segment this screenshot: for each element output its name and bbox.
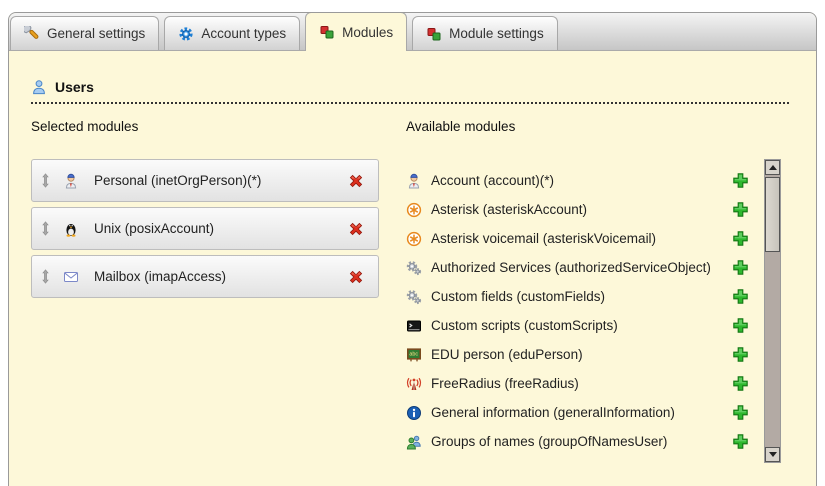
available-module-row: Custom scripts (customScripts) xyxy=(406,311,749,340)
person-icon xyxy=(406,173,424,189)
person-icon xyxy=(63,173,81,189)
available-module-row: Authorized Services (authorizedServiceOb… xyxy=(406,253,749,282)
module-label: FreeRadius (freeRadius) xyxy=(431,376,732,391)
asterisk-icon xyxy=(406,202,424,218)
available-module-row: Custom fields (customFields) xyxy=(406,282,749,311)
asterisk-icon xyxy=(406,231,424,247)
scroll-up-button[interactable] xyxy=(765,160,780,175)
add-module-button[interactable] xyxy=(732,201,749,218)
remove-module-button[interactable] xyxy=(347,220,365,238)
drag-handle-icon[interactable] xyxy=(40,221,51,236)
tux-icon xyxy=(63,221,81,237)
tab-module-settings[interactable]: Module settings xyxy=(412,16,558,50)
available-module-row: Account (account)(*) xyxy=(406,166,749,195)
gears-icon xyxy=(406,260,424,276)
add-module-button[interactable] xyxy=(732,317,749,334)
module-label: General information (generalInformation) xyxy=(431,405,732,420)
module-label: Unix (posixAccount) xyxy=(94,221,347,236)
scrollbar-thumb[interactable] xyxy=(765,177,780,252)
module-label: Groups of names (groupOfNamesUser) xyxy=(431,434,732,449)
selected-modules-list: Personal (inetOrgPerson)(*) Unix (posixA… xyxy=(31,159,379,303)
available-modules-heading: Available modules xyxy=(406,119,515,134)
antenna-icon xyxy=(406,376,424,392)
available-module-row: Asterisk (asteriskAccount) xyxy=(406,195,749,224)
arrow-down-icon xyxy=(769,452,777,457)
drag-handle-icon[interactable] xyxy=(40,269,51,284)
remove-module-button[interactable] xyxy=(347,268,365,286)
available-module-row: FreeRadius (freeRadius) xyxy=(406,369,749,398)
add-module-button[interactable] xyxy=(732,433,749,450)
modules-icon xyxy=(426,26,442,42)
account-type-section-header: Users xyxy=(31,79,789,104)
scroll-down-button[interactable] xyxy=(765,447,780,462)
available-module-row: Groups of names (groupOfNamesUser) xyxy=(406,427,749,456)
selected-module-row[interactable]: Personal (inetOrgPerson)(*) xyxy=(31,159,379,202)
available-modules-scrollbar[interactable] xyxy=(764,159,781,463)
modules-icon xyxy=(319,24,335,40)
add-module-button[interactable] xyxy=(732,230,749,247)
tab-general-settings[interactable]: General settings xyxy=(10,16,159,50)
selected-modules-heading: Selected modules xyxy=(31,119,138,134)
tab-account-types[interactable]: Account types xyxy=(164,16,300,50)
section-title: Users xyxy=(55,79,94,95)
drag-handle-icon[interactable] xyxy=(40,173,51,188)
add-module-button[interactable] xyxy=(732,172,749,189)
module-label: Custom fields (customFields) xyxy=(431,289,732,304)
tab-modules[interactable]: Modules xyxy=(305,12,407,51)
arrow-up-icon xyxy=(769,165,777,170)
available-module-row: abc EDU person (eduPerson) xyxy=(406,340,749,369)
board-icon: abc xyxy=(406,347,424,363)
tab-label: Module settings xyxy=(449,26,544,41)
add-module-button[interactable] xyxy=(732,346,749,363)
wrench-icon xyxy=(24,26,40,42)
tab-label: Account types xyxy=(201,26,286,41)
remove-module-button[interactable] xyxy=(347,172,365,190)
mail-icon xyxy=(63,269,81,285)
add-module-button[interactable] xyxy=(732,404,749,421)
svg-text:abc: abc xyxy=(409,351,418,357)
tab-bar: General settings Account types Modules M… xyxy=(9,13,816,51)
module-label: EDU person (eduPerson) xyxy=(431,347,732,362)
gears-icon xyxy=(406,289,424,305)
module-label: Custom scripts (customScripts) xyxy=(431,318,732,333)
selected-module-row[interactable]: Mailbox (imapAccess) xyxy=(31,255,379,298)
module-label: Mailbox (imapAccess) xyxy=(94,269,347,284)
module-label: Account (account)(*) xyxy=(431,173,732,188)
terminal-icon xyxy=(406,318,424,334)
add-module-button[interactable] xyxy=(732,288,749,305)
gear-blue-icon xyxy=(178,26,194,42)
modules-panel: Users Selected modules Available modules… xyxy=(9,51,816,486)
module-label: Asterisk (asteriskAccount) xyxy=(431,202,732,217)
available-modules-list: Account (account)(*) Asterisk (asteriskA… xyxy=(406,166,749,456)
group-icon xyxy=(406,434,424,450)
add-module-button[interactable] xyxy=(732,375,749,392)
selected-module-row[interactable]: Unix (posixAccount) xyxy=(31,207,379,250)
module-label: Authorized Services (authorizedServiceOb… xyxy=(431,260,732,275)
add-module-button[interactable] xyxy=(732,259,749,276)
tab-label: Modules xyxy=(342,25,393,40)
tab-label: General settings xyxy=(47,26,145,41)
available-module-row: Asterisk voicemail (asteriskVoicemail) xyxy=(406,224,749,253)
module-label: Personal (inetOrgPerson)(*) xyxy=(94,173,347,188)
available-module-row: General information (generalInformation) xyxy=(406,398,749,427)
module-label: Asterisk voicemail (asteriskVoicemail) xyxy=(431,231,732,246)
config-window: General settings Account types Modules M… xyxy=(8,12,817,486)
info-icon xyxy=(406,405,424,421)
users-icon xyxy=(31,79,47,95)
